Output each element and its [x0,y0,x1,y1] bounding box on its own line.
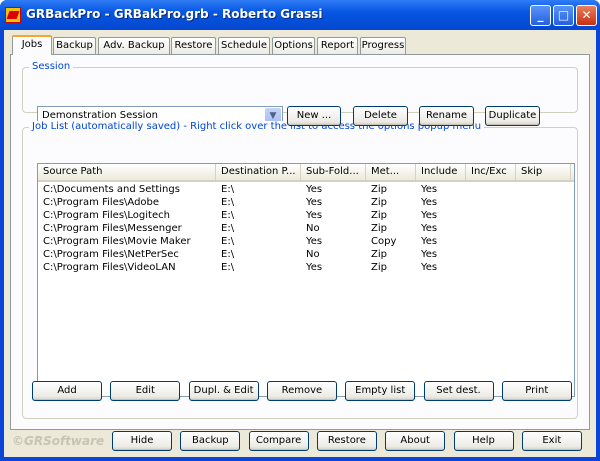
dupl-edit-button[interactable]: Dupl. & Edit [188,381,259,401]
table-cell: C:\Program Files\Logitech [43,210,170,221]
help-button[interactable]: Help [453,431,514,451]
table-cell: Yes [421,236,438,247]
table-cell: Yes [306,184,323,195]
table-cell: C:\Program Files\Movie Maker [43,236,191,247]
tab-options[interactable]: Options [272,37,315,54]
duplicate-session-button[interactable]: Duplicate [485,106,540,126]
table-row[interactable]: C:\Program Files\Adobe E:\ Yes Zip Yes [38,196,574,209]
session-label: Session [29,61,74,72]
column-header-2[interactable]: Sub-Fold... [301,164,366,180]
table-cell: Yes [306,236,323,247]
table-row[interactable]: C:\Program Files\Logitech E:\ Yes Zip Yes [38,209,574,222]
table-row[interactable]: C:\Documents and Settings E:\ Yes Zip Yes [38,183,574,196]
table-row[interactable]: C:\Program Files\NetPerSec E:\ No Zip Yes [38,248,574,261]
column-header-6[interactable]: Skip [516,164,571,180]
table-cell: C:\Program Files\VideoLAN [43,262,176,273]
table-cell: Yes [421,262,438,273]
table-cell: E:\ [221,184,235,195]
table-row[interactable]: C:\Program Files\VideoLAN E:\ Yes Zip Yes [38,261,574,274]
print-button[interactable]: Print [501,381,572,401]
table-cell: Yes [421,210,438,221]
table-cell: E:\ [221,262,235,273]
table-cell: E:\ [221,197,235,208]
edit-button[interactable]: Edit [110,381,181,401]
tab-report[interactable]: Report [317,37,358,54]
column-header-5[interactable]: Inc/Exc [466,164,516,180]
minimize-button[interactable]: _ [530,5,551,26]
table-row[interactable]: C:\Program Files\Messenger E:\ No Zip Yes [38,222,574,235]
compare-button[interactable]: Compare [248,431,309,451]
grsoftware-logo: ©GRSoftware [12,434,105,448]
app-icon[interactable] [5,7,21,23]
tab-jobs[interactable]: Jobs [12,35,52,55]
table-cell: E:\ [221,249,235,260]
table-cell: Yes [421,223,438,234]
table-cell: E:\ [221,236,235,247]
table-cell: C:\Program Files\NetPerSec [43,249,179,260]
tab-adv-backup[interactable]: Adv. Backup [98,37,170,54]
restore-button[interactable]: Restore [316,431,377,451]
table-cell: Copy [371,236,397,247]
column-header-1[interactable]: Destination P... [216,164,301,180]
maximize-button[interactable]: □ [553,5,574,26]
hide-button[interactable]: Hide [112,431,172,451]
column-header-0[interactable]: Source Path [38,164,216,180]
tab-backup[interactable]: Backup [53,37,96,54]
table-row[interactable]: C:\Program Files\Movie Maker E:\ Yes Copy Ye… [38,235,574,248]
table-cell: Zip [371,184,387,195]
column-header-3[interactable]: Met... [366,164,416,180]
table-cell: E:\ [221,223,235,234]
table-cell: C:\Program Files\Adobe [43,197,160,208]
exit-button[interactable]: Exit [521,431,582,451]
about-button[interactable]: About [385,431,446,451]
close-button[interactable]: ✕ [576,5,597,26]
delete-session-button[interactable]: Delete [353,106,408,126]
table-cell: No [306,223,320,234]
rename-session-button[interactable]: Rename [419,106,474,126]
job-list-label: Job List (automatically saved) - Right c… [29,121,485,132]
table-cell: Yes [421,249,438,260]
empty-list-button[interactable]: Empty list [345,381,416,401]
table-cell: Zip [371,210,387,221]
new-session-button[interactable]: New ... [287,106,341,126]
table-cell: Zip [371,249,387,260]
job-list[interactable]: Source Path Destination P... Sub-Fold... Me… [37,163,575,397]
list-header: Source Path Destination P... Sub-Fold... Me… [38,164,574,182]
table-cell: E:\ [221,210,235,221]
table-cell: Zip [371,197,387,208]
remove-button[interactable]: Remove [266,381,337,401]
tab-progress[interactable]: Progress [360,37,406,54]
tab-panel-jobs: Session Demonstration Session ▼ Job List… [10,54,590,430]
add-button[interactable]: Add [32,381,102,401]
tab-restore[interactable]: Restore [171,37,216,54]
window: GRBackPro - GRBakPro.grb - Roberto Grass… [0,0,600,461]
table-cell: Yes [306,210,323,221]
table-cell: No [306,249,320,260]
title-bar[interactable]: GRBackPro - GRBakPro.grb - Roberto Grass… [0,0,600,30]
column-header-4[interactable]: Include [416,164,466,180]
table-cell: Yes [306,262,323,273]
session-selected: Demonstration Session [42,110,158,121]
table-cell: C:\Documents and Settings [43,184,180,195]
window-title: GRBackPro - GRBakPro.grb - Roberto Grass… [26,7,323,21]
table-cell: Zip [371,262,387,273]
set-dest-button[interactable]: Set dest. [423,381,494,401]
table-cell: Yes [306,197,323,208]
client-area: Session Demonstration Session ▼ Job List… [4,30,596,457]
table-cell: C:\Program Files\Messenger [43,223,182,234]
table-cell: Yes [421,184,438,195]
backup-button[interactable]: Backup [180,431,241,451]
table-cell: Yes [421,197,438,208]
table-cell: Zip [371,223,387,234]
tab-schedule[interactable]: Schedule [218,37,270,54]
